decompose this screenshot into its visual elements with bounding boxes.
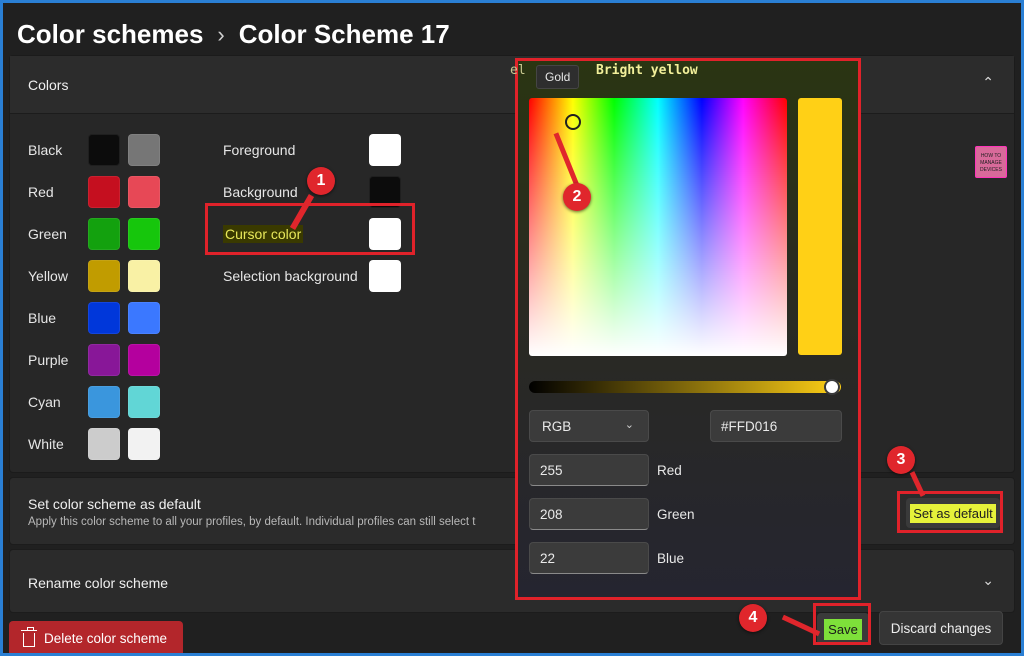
site-logo: HOW TO MANAGE DEVICES	[975, 146, 1007, 178]
step-marker-1: 1	[307, 167, 335, 195]
swatch-black[interactable]	[88, 134, 120, 166]
step-marker-3: 3	[887, 446, 915, 474]
green-label: Green	[657, 507, 695, 522]
swatch-cyan[interactable]	[88, 386, 120, 418]
property-cursor-color: Cursor color	[223, 218, 403, 250]
palette-row-white: White	[28, 428, 160, 460]
delete-scheme-label: Delete color scheme	[44, 630, 168, 646]
swatch-bright-white[interactable]	[128, 428, 160, 460]
swatch-bright-cyan[interactable]	[128, 386, 160, 418]
green-input[interactable]: 208	[529, 498, 649, 530]
swatch-bright-yellow[interactable]	[128, 260, 160, 292]
colors-title: Colors	[28, 77, 69, 93]
settings-window: Color schemes › Color Scheme 17 Colors ⌃…	[3, 3, 1021, 653]
swatch-white[interactable]	[88, 428, 120, 460]
palette-label: White	[28, 436, 64, 452]
set-default-panel: Set color scheme as default Apply this c…	[9, 477, 1015, 545]
hex-input[interactable]: #FFD016	[710, 410, 842, 442]
palette-row-black: Black	[28, 134, 160, 166]
set-default-title: Set color scheme as default	[28, 496, 201, 512]
spectrum-handle[interactable]	[565, 114, 581, 130]
color-spectrum[interactable]	[529, 98, 787, 356]
palette-row-green: Green	[28, 218, 160, 250]
swatch-foreground[interactable]	[369, 134, 401, 166]
palette-label: Cyan	[28, 394, 61, 410]
swatch-green[interactable]	[88, 218, 120, 250]
property-label: Selection background	[223, 268, 358, 284]
palette-label: Black	[28, 142, 63, 158]
swatch-selection-background[interactable]	[369, 260, 401, 292]
swatch-bright-green[interactable]	[128, 218, 160, 250]
chevron-down-icon[interactable]: ⌄	[982, 572, 994, 589]
rename-panel[interactable]: Rename color scheme ⌄	[9, 549, 1015, 613]
property-label: Background	[223, 184, 298, 200]
red-input[interactable]: 255	[529, 454, 649, 486]
color-name-tooltip: Gold	[536, 65, 580, 89]
delete-scheme-button[interactable]: Delete color scheme	[9, 621, 183, 653]
chevron-up-icon[interactable]: ⌃	[982, 74, 994, 91]
value-slider-thumb[interactable]	[824, 379, 840, 395]
palette-row-yellow: Yellow	[28, 260, 160, 292]
step-marker-4: 4	[739, 604, 767, 632]
set-as-default-button[interactable]: Set as default	[906, 498, 1000, 528]
pointer-4	[781, 614, 821, 637]
property-foreground: Foreground	[223, 134, 403, 166]
swatch-bright-red[interactable]	[128, 176, 160, 208]
trash-icon	[21, 626, 37, 647]
save-label: Save	[824, 618, 862, 640]
set-as-default-label: Set as default	[910, 503, 996, 523]
swatch-blue[interactable]	[88, 302, 120, 334]
swatch-yellow[interactable]	[88, 260, 120, 292]
palette-label: Green	[28, 226, 67, 242]
picker-header-label: Bright yellow	[596, 63, 698, 78]
blue-input[interactable]: 22	[529, 542, 649, 574]
breadcrumb-parent[interactable]: Color schemes	[17, 19, 203, 50]
palette-label: Purple	[28, 352, 69, 368]
palette-row-purple: Purple	[28, 344, 160, 376]
palette-row-blue: Blue	[28, 302, 160, 334]
palette-label: Blue	[28, 310, 57, 326]
save-button[interactable]: Save	[817, 613, 869, 645]
palette-row-red: Red	[28, 176, 160, 208]
swatch-background[interactable]	[369, 176, 401, 208]
blue-label: Blue	[657, 551, 685, 566]
picker-header-fragment: el	[510, 63, 526, 78]
rename-title: Rename color scheme	[28, 575, 169, 591]
discard-changes-button[interactable]: Discard changes	[879, 611, 1003, 645]
page-title: Color Scheme 17	[238, 19, 450, 49]
property-selection-background: Selection background	[223, 260, 403, 292]
swatch-bright-purple[interactable]	[128, 344, 160, 376]
colors-panel: Colors ⌃ Black Red Green Yellow Blue Pur…	[9, 55, 1015, 473]
value-slider[interactable]	[529, 381, 841, 393]
step-marker-2: 2	[563, 183, 591, 211]
palette-label: Red	[28, 184, 54, 200]
swatch-red[interactable]	[88, 176, 120, 208]
breadcrumb: Color schemes › Color Scheme 17	[17, 19, 450, 50]
color-mode-value: RGB	[542, 419, 572, 434]
color-mode-select[interactable]: RGB ⌄	[529, 410, 649, 442]
chevron-down-icon: ⌄	[624, 419, 634, 431]
color-picker-flyout: el Bright yellow Gold RGB ⌄ #FFD016 255 …	[510, 58, 861, 600]
palette-label: Yellow	[28, 268, 68, 284]
swatch-bright-black[interactable]	[128, 134, 160, 166]
set-default-description: Apply this color scheme to all your prof…	[28, 516, 476, 528]
red-label: Red	[657, 463, 682, 478]
palette-row-cyan: Cyan	[28, 386, 160, 418]
property-label: Foreground	[223, 142, 296, 158]
breadcrumb-separator-icon: ›	[217, 21, 225, 47]
color-preview	[798, 98, 842, 355]
swatch-cursor-color[interactable]	[369, 218, 401, 250]
swatch-bright-blue[interactable]	[128, 302, 160, 334]
swatch-purple[interactable]	[88, 344, 120, 376]
